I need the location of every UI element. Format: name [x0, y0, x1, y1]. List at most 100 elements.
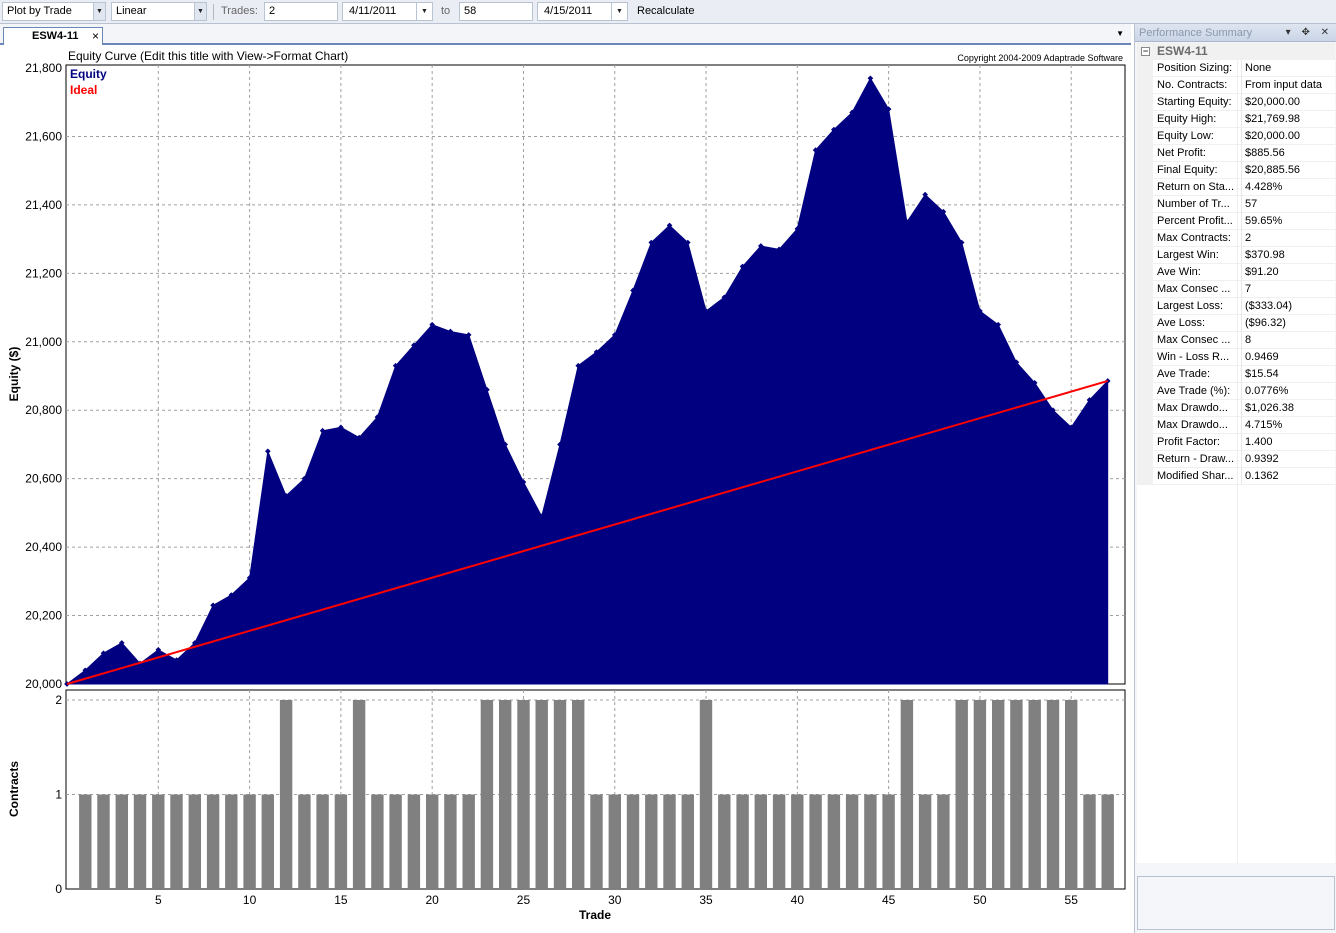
contract-bar [663, 794, 676, 889]
property-row[interactable]: Number of Tr... 57 [1137, 196, 1335, 213]
property-key: Profit Factor: [1157, 436, 1220, 448]
contract-bar [791, 794, 804, 889]
property-row[interactable]: Equity High: $21,769.98 [1137, 111, 1335, 128]
property-value: None [1241, 60, 1335, 77]
property-row[interactable]: Ave Win: $91.20 [1137, 264, 1335, 281]
panel-header: Performance Summary ▾ ✥ ✕ [1135, 24, 1336, 42]
property-key: Max Consec ... [1157, 283, 1231, 295]
chevron-down-icon[interactable]: ▼ [416, 3, 432, 20]
property-key: Max Contracts: [1157, 232, 1231, 244]
scale-dropdown[interactable]: Linear ▼ [111, 2, 207, 21]
property-row[interactable]: Starting Equity: $20,000.00 [1137, 94, 1335, 111]
contract-bar [407, 794, 421, 889]
property-row[interactable]: Net Profit: $885.56 [1137, 145, 1335, 162]
property-key: Ave Trade (%): [1157, 385, 1231, 397]
contract-bar [499, 700, 512, 889]
copyright-text: Copyright 2004-2009 Adaptrade Software [957, 53, 1123, 63]
row-gutter [1137, 77, 1153, 94]
contract-bar [572, 700, 585, 889]
collapse-icon[interactable]: − [1141, 47, 1150, 56]
chevron-down-icon[interactable]: ▼ [93, 3, 105, 20]
property-row[interactable]: Largest Loss: ($333.04) [1137, 298, 1335, 315]
contract-bar [480, 700, 494, 889]
row-gutter [1137, 281, 1153, 298]
date-to-picker[interactable]: 4/15/2011 ▼ [537, 2, 628, 21]
tab-esw4-11[interactable]: ESW4-11 × [3, 27, 103, 45]
property-value: $885.56 [1241, 145, 1335, 162]
x-tick-label: 20 [425, 893, 439, 907]
y-tick-label: 20,200 [25, 609, 62, 623]
contract-bar [298, 794, 311, 889]
group-header[interactable]: − ESW4-11 [1137, 43, 1335, 60]
tab-label: ESW4-11 [32, 30, 79, 42]
panel-pin-close-icons[interactable]: ▾ ✥ ✕ [1286, 24, 1333, 42]
chevron-down-icon[interactable]: ▼ [194, 3, 206, 20]
row-gutter [1137, 111, 1153, 128]
chevron-down-icon[interactable]: ▼ [611, 3, 627, 20]
contracts-tick-label: 2 [55, 693, 62, 707]
property-row[interactable]: Max Drawdo... $1,026.38 [1137, 400, 1335, 417]
contract-bar [535, 700, 548, 889]
contract-bar [243, 794, 256, 889]
x-tick-label: 10 [243, 893, 257, 907]
row-gutter [1137, 315, 1153, 332]
property-row[interactable]: Max Consec ... 8 [1137, 332, 1335, 349]
property-row[interactable]: Return on Sta... 4.428% [1137, 179, 1335, 196]
tab-list-dropdown-icon[interactable]: ▼ [1116, 27, 1124, 41]
property-row[interactable]: Modified Shar... 0.1362 [1137, 468, 1335, 485]
contract-bar [279, 700, 293, 889]
property-row[interactable]: Largest Win: $370.98 [1137, 247, 1335, 264]
trade-x-ticks: 5 10 15 20 25 30 35 40 45 50 55 [155, 893, 1078, 907]
equity-y-ticks: 20,000 20,200 20,400 20,600 20,800 21,000 21,2… [25, 61, 62, 691]
row-gutter [1137, 179, 1153, 196]
trades-to-input[interactable]: 58 [459, 2, 533, 21]
property-row[interactable]: No. Contracts: From input data [1137, 77, 1335, 94]
property-key: Modified Shar... [1157, 470, 1234, 482]
recalculate-button[interactable]: Recalculate [633, 1, 698, 22]
contracts-tick-label: 1 [55, 788, 62, 802]
property-row[interactable]: Final Equity: $20,885.56 [1137, 162, 1335, 179]
property-row[interactable]: Ave Trade (%): 0.0776% [1137, 383, 1335, 400]
contract-bar [681, 794, 694, 889]
contract-bar [864, 794, 877, 889]
x-tick-label: 50 [973, 893, 987, 907]
trades-from-input[interactable]: 2 [264, 2, 338, 21]
property-row[interactable]: Max Drawdo... 4.715% [1137, 417, 1335, 434]
property-row[interactable]: Max Consec ... 7 [1137, 281, 1335, 298]
row-gutter [1137, 128, 1153, 145]
x-tick-label: 40 [791, 893, 805, 907]
contract-bar [809, 794, 822, 889]
trades-label: Trades: [221, 5, 258, 17]
property-value: $21,769.98 [1241, 111, 1335, 128]
property-row[interactable]: Profit Factor: 1.400 [1137, 434, 1335, 451]
plot-mode-dropdown[interactable]: Plot by Trade ▼ [2, 2, 106, 21]
contract-bar [553, 700, 567, 889]
property-row[interactable]: Max Contracts: 2 [1137, 230, 1335, 247]
date-from-picker[interactable]: 4/11/2011 ▼ [342, 2, 433, 21]
tab-strip: ESW4-11 × ▼ [0, 24, 1131, 45]
property-row[interactable]: Return - Draw... 0.9392 [1137, 451, 1335, 468]
property-row[interactable]: Ave Trade: $15.54 [1137, 366, 1335, 383]
property-row[interactable]: Win - Loss R... 0.9469 [1137, 349, 1335, 366]
y-tick-label: 21,800 [25, 61, 62, 75]
property-key: Max Drawdo... [1157, 402, 1228, 414]
property-row[interactable]: Equity Low: $20,000.00 [1137, 128, 1335, 145]
contract-bar [316, 794, 329, 889]
legend-ideal: Ideal [70, 83, 97, 97]
contract-bar [188, 794, 201, 889]
property-value: 0.9392 [1241, 451, 1335, 468]
property-row[interactable]: Position Sizing: None [1137, 60, 1335, 77]
contract-bar [900, 700, 914, 889]
property-row[interactable]: Ave Loss: ($96.32) [1137, 315, 1335, 332]
property-value: 8 [1241, 332, 1335, 349]
property-key: Largest Loss: [1157, 300, 1224, 312]
contract-bar [1083, 794, 1096, 889]
contract-bar [772, 794, 786, 889]
contract-bar [845, 794, 859, 889]
property-row[interactable]: Percent Profit... 59.65% [1137, 213, 1335, 230]
x-axis-label: Trade [579, 908, 611, 922]
row-gutter [1137, 332, 1153, 349]
contract-bar [918, 794, 932, 889]
close-icon[interactable]: × [92, 28, 99, 44]
row-gutter [1137, 451, 1153, 468]
